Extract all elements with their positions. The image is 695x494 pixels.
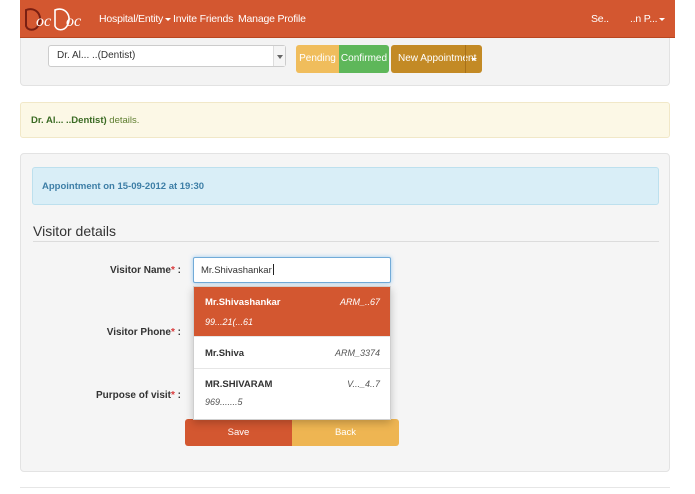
appointment-info-banner: Appointment on 15-09-2012 at 19:30: [32, 167, 659, 205]
autocomplete-item-id: ARM_3374: [334, 348, 380, 358]
doctor-details-suffix: details.: [106, 115, 140, 126]
nav-user-short[interactable]: Se..: [591, 13, 609, 25]
autocomplete-item-phone: 969.......5: [205, 397, 243, 407]
save-button[interactable]: Save: [185, 419, 292, 446]
top-navbar: oc oc Hospital/Entity Invite Friends Man…: [20, 0, 675, 38]
autocomplete-item[interactable]: MR.SHIVARAM V..._4..7 969.......5: [194, 369, 390, 419]
visitor-name-value: Mr.Shivashankar: [201, 265, 272, 276]
nav-manage-profile[interactable]: Manage Profile: [238, 13, 306, 25]
autocomplete-item-name: MR.SHIVARAM: [205, 379, 273, 390]
nav-user-menu[interactable]: ..n P...: [630, 13, 666, 25]
nav-manage-profile-label: Manage Profile: [238, 13, 306, 25]
nav-invite-friends-label: Invite Friends: [173, 13, 234, 25]
visitor-autocomplete-dropdown: Mr.Shivashankar ARM_..67 99...21(...61 M…: [193, 286, 391, 420]
nav-user-menu-label: ..n P...: [630, 13, 658, 25]
page-footer-divider: [20, 487, 670, 488]
back-button[interactable]: Back: [292, 419, 399, 446]
svg-text:oc: oc: [66, 13, 81, 30]
new-appointment-button[interactable]: New Appointment: [391, 45, 482, 73]
doctor-select[interactable]: Dr. Al... ..(Dentist): [48, 45, 286, 67]
autocomplete-item-id: V..._4..7: [347, 379, 380, 389]
doctor-details-alert: Dr. Al... ..Dentist) details.: [20, 102, 670, 138]
purpose-of-visit-label: Purpose of visit* :: [21, 390, 181, 401]
dropdown-arrow-icon[interactable]: [273, 46, 285, 66]
chevron-down-icon[interactable]: [471, 58, 477, 61]
label-colon: :: [174, 390, 181, 401]
docdoc-logo[interactable]: oc oc: [22, 4, 86, 34]
doctor-select-value: Dr. Al... ..(Dentist): [57, 50, 136, 61]
doctor-details-name[interactable]: Dr. Al... ..Dentist): [31, 115, 107, 126]
section-title: Visitor details: [33, 223, 117, 239]
purpose-of-visit-label-text: Purpose of visit: [95, 390, 171, 401]
autocomplete-item-name: Mr.Shivashankar: [205, 297, 281, 308]
confirmed-button[interactable]: Confirmed: [339, 45, 389, 73]
autocomplete-item-id: ARM_..67: [339, 297, 380, 307]
visitor-phone-label-text: Visitor Phone: [106, 327, 171, 338]
text-cursor: [272, 264, 274, 275]
nav-invite-friends[interactable]: Invite Friends: [173, 13, 233, 25]
pending-button[interactable]: Pending: [296, 45, 339, 73]
chevron-down-icon: [659, 17, 666, 21]
label-colon: :: [174, 327, 181, 338]
visitor-name-input[interactable]: Mr.Shivashankar: [193, 257, 391, 283]
chevron-down-icon: [165, 17, 172, 21]
section-divider: [33, 241, 659, 242]
autocomplete-item[interactable]: Mr.Shivashankar ARM_..67 99...21(...61: [194, 287, 390, 337]
autocomplete-item[interactable]: Mr.Shiva ARM_3374: [194, 337, 390, 369]
visitor-name-label: Visitor Name* :: [21, 265, 181, 276]
autocomplete-item-name: Mr.Shiva: [205, 348, 245, 359]
nav-user-short-label: Se..: [591, 13, 609, 25]
autocomplete-item-phone: 99...21(...61: [205, 317, 254, 327]
nav-hospital-entity-label: Hospital/Entity: [99, 13, 164, 25]
label-colon: :: [174, 265, 181, 276]
nav-hospital-entity[interactable]: Hospital/Entity: [99, 13, 172, 25]
button-divider: [465, 45, 466, 73]
svg-text:oc: oc: [36, 13, 51, 30]
doctor-toolbar: Dr. Al... ..(Dentist) Pending Confirmed …: [20, 38, 670, 86]
visitor-phone-label: Visitor Phone* :: [21, 327, 181, 338]
visitor-name-label-text: Visitor Name: [110, 265, 171, 276]
